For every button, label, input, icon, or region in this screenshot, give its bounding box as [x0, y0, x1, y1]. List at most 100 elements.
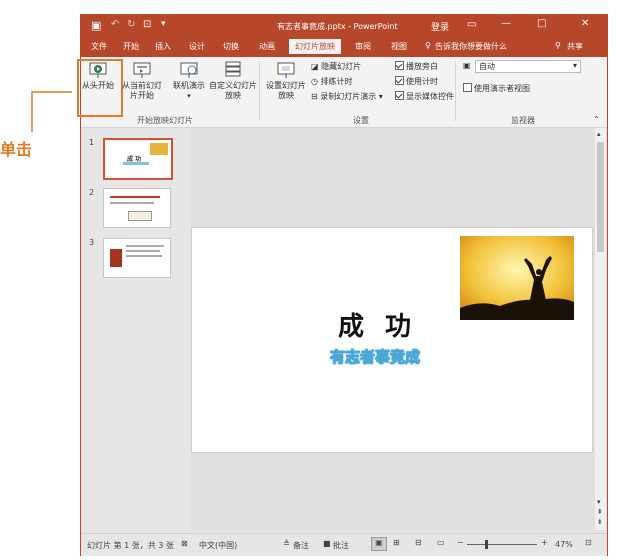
redo-icon[interactable]: ↻ — [127, 19, 135, 30]
powerpoint-window: ▣ ↶ ↻ ⊡ ▾ 有志者事竟成.pptx - PowerPoint 登录 ▭ … — [77, 14, 608, 556]
notes-icon: ≜ — [283, 539, 290, 548]
tab-view[interactable]: 视图 — [391, 41, 407, 52]
zoom-out-icon[interactable]: − — [457, 538, 464, 547]
tab-slideshow[interactable]: 幻灯片放映 — [289, 39, 341, 54]
vertical-scrollbar[interactable]: ▴ ▾ ⇞ ⇟ — [595, 128, 606, 530]
start-slideshow-quick-icon[interactable]: ⊡ — [143, 19, 151, 30]
spelling-icon[interactable]: ⊠ — [181, 539, 188, 548]
tab-home[interactable]: 开始 — [123, 41, 139, 52]
rehearse-timings-button[interactable]: ◷ 排练计时 — [311, 76, 353, 87]
monitor-select[interactable]: 自动 ▾ — [475, 60, 581, 73]
chevron-down-icon: ▾ — [572, 61, 577, 70]
tab-file[interactable]: 文件 — [91, 41, 107, 52]
reading-view-icon[interactable]: ⊟ — [415, 538, 422, 547]
custom-slideshow-button[interactable]: 自定义幻灯片放映 — [209, 61, 257, 101]
from-current-label: 从当前幻灯片开始 — [122, 81, 162, 100]
slide-thumbnail-1[interactable]: 成 功 — [103, 138, 173, 180]
undo-icon[interactable]: ↶ — [111, 19, 119, 30]
play-narrations-checkbox[interactable]: 播放旁白 — [395, 61, 438, 72]
setup-slideshow-button[interactable]: 设置幻灯片放映 — [263, 61, 309, 101]
previous-slide-icon[interactable]: ⇞ — [597, 508, 603, 516]
window-title: 有志者事竟成.pptx - PowerPoint — [277, 22, 398, 31]
show-media-controls-checkbox[interactable]: 显示媒体控件 — [395, 91, 454, 102]
login-link[interactable]: 登录 — [431, 20, 449, 33]
language-text[interactable]: 中文(中国) — [199, 540, 237, 551]
tab-design[interactable]: 设计 — [189, 41, 205, 52]
checkbox-checked-icon — [395, 91, 404, 100]
lightbulb-icon: ♀ — [425, 41, 431, 50]
collapse-ribbon-icon[interactable]: ⌃ — [593, 115, 600, 124]
slide-sorter-icon[interactable]: ⊞ — [393, 538, 400, 547]
thumb-box — [128, 211, 152, 221]
rehearse-label: 排练计时 — [320, 77, 353, 86]
slide-count-text: 幻灯片 第 1 张，共 3 张 — [87, 541, 174, 550]
zoom-level[interactable]: 47% — [555, 540, 573, 549]
comments-button[interactable]: 批注 — [333, 540, 349, 551]
normal-view-icon[interactable]: ▣ — [371, 537, 387, 551]
success-silhouette-image[interactable] — [460, 236, 574, 320]
slide-editing-area[interactable]: 成 功 有志者事竟成 — [191, 128, 595, 530]
record-label: 录制幻灯片演示 — [320, 92, 377, 101]
use-timings-label: 使用计时 — [406, 77, 438, 86]
minimize-icon[interactable]: — — [501, 18, 511, 29]
zoom-slider[interactable] — [467, 544, 537, 545]
slide-thumbnail-2[interactable] — [103, 188, 171, 228]
custom-slideshow-label: 自定义幻灯片放映 — [209, 81, 257, 100]
thumb-text-line — [126, 250, 160, 252]
slideshow-view-icon[interactable]: ▭ — [437, 538, 445, 547]
thumb-text-line — [110, 196, 160, 198]
tell-me-box[interactable]: 告诉我你想要做什么 — [435, 41, 507, 52]
thumb-image — [150, 143, 168, 155]
checkbox-unchecked-icon — [463, 83, 472, 92]
ribbon-display-icon[interactable]: ▭ — [467, 19, 476, 30]
slide-thumbnail-3[interactable] — [103, 238, 171, 278]
fit-to-window-icon[interactable]: ⊡ — [585, 538, 592, 547]
share-icon: ⚲ — [555, 41, 561, 50]
from-current-slide-button[interactable]: 从当前幻灯片开始 — [119, 61, 165, 101]
online-present-icon — [180, 62, 198, 78]
customize-toolbar-icon[interactable]: ▾ — [161, 19, 166, 29]
scroll-up-icon[interactable]: ▴ — [597, 130, 601, 138]
record-icon: ⊟ — [311, 92, 318, 101]
ribbon: 从头开始 从当前幻灯片开始 联机演示 ▾ 自定义幻灯片放映 开始放映幻灯片 设置… — [77, 57, 607, 128]
tab-review[interactable]: 审阅 — [355, 41, 371, 52]
setup-slideshow-icon — [277, 62, 295, 78]
zoom-slider-handle[interactable] — [485, 540, 488, 549]
tab-insert[interactable]: 插入 — [155, 41, 171, 52]
record-slideshow-button[interactable]: ⊟ 录制幻灯片演示 ▾ — [311, 91, 383, 102]
presenter-view-checkbox[interactable]: 使用演示者视图 — [463, 83, 530, 94]
hide-slide-label: 隐藏幻灯片 — [321, 62, 362, 71]
thumb-text-line — [110, 202, 154, 204]
notes-button[interactable]: 备注 — [293, 540, 309, 551]
status-bar: 幻灯片 第 1 张，共 3 张 ⊠ 中文(中国) ≜ 备注 ■ 批注 ▣ ⊞ ⊟… — [81, 533, 607, 556]
custom-slideshow-icon — [225, 61, 241, 77]
group-divider — [455, 61, 456, 121]
online-present-button[interactable]: 联机演示 ▾ — [169, 61, 209, 101]
zoom-in-icon[interactable]: + — [541, 538, 548, 547]
hide-slide-button[interactable]: ◪ 隐藏幻灯片 — [311, 61, 361, 72]
next-slide-icon[interactable]: ⇟ — [597, 518, 603, 526]
use-timings-checkbox[interactable]: 使用计时 — [395, 76, 438, 87]
thumb-text-line — [126, 245, 164, 247]
slide-subtitle[interactable]: 有志者事竟成 — [329, 346, 420, 367]
current-slide[interactable]: 成 功 有志者事竟成 — [191, 227, 593, 453]
presenter-view-label: 使用演示者视图 — [474, 84, 530, 93]
scroll-down-icon[interactable]: ▾ — [597, 498, 601, 506]
hide-slide-icon: ◪ — [311, 62, 319, 71]
online-present-label: 联机演示 — [173, 81, 205, 90]
tab-transitions[interactable]: 切换 — [223, 41, 239, 52]
setup-slideshow-label: 设置幻灯片放映 — [266, 81, 306, 100]
monitor-icon: ▣ — [463, 61, 471, 70]
slide-title[interactable]: 成 功 — [338, 306, 417, 343]
save-icon[interactable]: ▣ — [91, 19, 101, 32]
title-bar: ▣ ↶ ↻ ⊡ ▾ 有志者事竟成.pptx - PowerPoint 登录 ▭ … — [81, 15, 607, 37]
close-icon[interactable]: ✕ — [581, 18, 589, 29]
scroll-thumb[interactable] — [597, 142, 604, 252]
maximize-icon[interactable]: □ — [537, 18, 546, 29]
checkbox-checked-icon — [395, 76, 404, 85]
share-button[interactable]: 共享 — [567, 41, 583, 52]
online-dropdown-icon[interactable]: ▾ — [169, 91, 209, 101]
rehearse-icon: ◷ — [311, 77, 318, 86]
tab-animations[interactable]: 动画 — [259, 41, 275, 52]
slide-number: 3 — [89, 238, 95, 247]
